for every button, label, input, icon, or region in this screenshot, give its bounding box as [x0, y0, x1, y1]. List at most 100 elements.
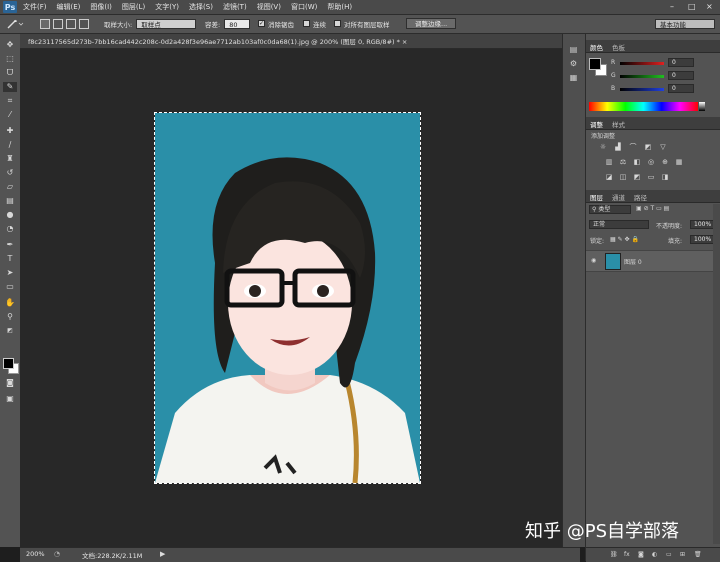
- pen-tool-icon[interactable]: ✒: [3, 240, 17, 250]
- add-mask-icon[interactable]: ◙: [638, 551, 644, 558]
- properties-panel-icon[interactable]: ⚙: [567, 58, 580, 69]
- layers-scrollbar[interactable]: [713, 204, 720, 544]
- antialias-checkbox[interactable]: ✓: [258, 20, 265, 27]
- color-balance-icon[interactable]: ⚖: [618, 158, 628, 167]
- tab-color[interactable]: 颜色: [590, 42, 603, 52]
- tab-styles[interactable]: 样式: [612, 119, 625, 129]
- minimize-button[interactable]: –: [670, 2, 674, 11]
- black-white-ramp[interactable]: [699, 102, 705, 111]
- layer-visibility-eye-icon[interactable]: ◉: [591, 257, 596, 264]
- history-brush-tool-icon[interactable]: ↺: [3, 168, 17, 178]
- menu-file[interactable]: 文件(F): [23, 2, 47, 12]
- gradient-map-icon[interactable]: ▭: [646, 173, 656, 182]
- sample-size-select[interactable]: 取样点: [136, 18, 197, 29]
- dodge-tool-icon[interactable]: ◔: [3, 224, 17, 234]
- add-selection-icon[interactable]: [53, 18, 63, 29]
- exposure-icon[interactable]: ◩: [643, 143, 653, 152]
- blur-tool-icon[interactable]: ●: [3, 210, 17, 220]
- layer-style-icon[interactable]: fx: [624, 551, 630, 558]
- new-selection-icon[interactable]: [40, 18, 50, 29]
- filter-icons[interactable]: ▣ ⊘ T ▭ ▤: [636, 205, 669, 212]
- posterize-icon[interactable]: ◫: [618, 173, 628, 182]
- menu-layer[interactable]: 图层(L): [122, 2, 145, 12]
- brush-tool-icon[interactable]: ∕: [3, 140, 17, 150]
- color-spectrum-bar[interactable]: [589, 102, 698, 111]
- brightness-icon[interactable]: ☼: [598, 143, 608, 152]
- lock-icons[interactable]: ▦ ✎ ✥ 🔒: [610, 236, 639, 243]
- gradient-tool-icon[interactable]: ▤: [3, 196, 17, 206]
- type-tool-icon[interactable]: T: [3, 254, 17, 264]
- link-layers-icon[interactable]: ⛓: [610, 551, 618, 558]
- tab-layers[interactable]: 图层: [590, 192, 603, 202]
- move-tool-icon[interactable]: ✥: [3, 40, 17, 50]
- panel-foreground-swatch[interactable]: [589, 58, 601, 70]
- blend-mode-select[interactable]: 正常: [589, 220, 649, 229]
- channel-g-value[interactable]: 0: [668, 71, 694, 80]
- tab-channels[interactable]: 通道: [612, 192, 625, 202]
- contiguous-checkbox[interactable]: [303, 20, 310, 27]
- eraser-tool-icon[interactable]: ▱: [3, 182, 17, 192]
- status-info-icon[interactable]: ◔: [54, 550, 60, 558]
- workspace-select[interactable]: 基本功能: [655, 18, 715, 29]
- tool-preset-picker[interactable]: [6, 18, 24, 29]
- menu-image[interactable]: 图像(I): [90, 2, 112, 12]
- document-tab[interactable]: f8c23117565d273b-7bb16cad442c208c-0d2a42…: [20, 34, 580, 49]
- menu-window[interactable]: 窗口(W): [291, 2, 317, 12]
- crop-tool-icon[interactable]: ⌗: [3, 96, 17, 106]
- channel-r-value[interactable]: 0: [668, 58, 694, 67]
- zoom-tool-icon[interactable]: ⚲: [3, 312, 17, 322]
- menu-filter[interactable]: 滤镜(T): [223, 2, 247, 12]
- actions-panel-icon[interactable]: ▦: [567, 72, 580, 83]
- screen-mode-icon[interactable]: ▣: [3, 394, 17, 404]
- menu-type[interactable]: 文字(Y): [155, 2, 179, 12]
- document-tab-title[interactable]: f8c23117565d273b-7bb16cad442c208c-0d2a42…: [28, 36, 407, 46]
- path-selection-tool-icon[interactable]: ➤: [3, 268, 17, 278]
- zoom-level[interactable]: 200%: [26, 550, 45, 558]
- restore-button[interactable]: □: [688, 2, 696, 11]
- menu-select[interactable]: 选择(S): [189, 2, 213, 12]
- magic-wand-tool-icon[interactable]: ✎: [3, 82, 17, 92]
- history-panel-icon[interactable]: ▤: [567, 44, 580, 55]
- healing-brush-tool-icon[interactable]: ✚: [3, 126, 17, 136]
- intersect-selection-icon[interactable]: [79, 18, 89, 29]
- channel-g-slider[interactable]: [620, 75, 664, 78]
- vibrance-icon[interactable]: ▽: [658, 143, 668, 152]
- quick-mask-icon[interactable]: ◙: [3, 378, 17, 388]
- subtract-selection-icon[interactable]: [66, 18, 76, 29]
- layer-filter-select[interactable]: ⚲ 类型: [589, 205, 631, 214]
- black-white-icon[interactable]: ◧: [632, 158, 642, 167]
- layer-name[interactable]: 图层 0: [624, 257, 642, 266]
- channel-b-slider[interactable]: [620, 88, 664, 91]
- clone-stamp-tool-icon[interactable]: ♜: [3, 154, 17, 164]
- close-window-button[interactable]: ×: [706, 2, 713, 11]
- eyedropper-tool-icon[interactable]: ⁄: [3, 110, 17, 120]
- channel-r-slider[interactable]: [620, 62, 664, 65]
- menu-help[interactable]: 帮助(H): [327, 2, 352, 12]
- marquee-tool-icon[interactable]: ⬚: [3, 54, 17, 64]
- threshold-icon[interactable]: ◩: [632, 173, 642, 182]
- shape-tool-icon[interactable]: ▭: [3, 282, 17, 292]
- invert-icon[interactable]: ◪: [604, 173, 614, 182]
- hand-tool-icon[interactable]: ✋: [3, 298, 17, 308]
- menu-view[interactable]: 视图(V): [257, 2, 281, 12]
- foreground-color-swatch[interactable]: [3, 358, 14, 369]
- tab-swatches[interactable]: 色板: [612, 42, 625, 52]
- new-adjustment-icon[interactable]: ◐: [652, 551, 657, 558]
- color-lookup-icon[interactable]: ▦: [674, 158, 684, 167]
- status-menu-arrow-icon[interactable]: ▶: [160, 550, 165, 558]
- layer-row[interactable]: ◉ 图层 0: [586, 250, 713, 272]
- document-image[interactable]: [154, 112, 421, 484]
- tolerance-input[interactable]: 80: [224, 18, 251, 29]
- all-layers-checkbox[interactable]: [334, 20, 341, 27]
- selective-color-icon[interactable]: ◨: [660, 173, 670, 182]
- photo-filter-icon[interactable]: ◎: [646, 158, 656, 167]
- tab-paths[interactable]: 路径: [634, 192, 647, 202]
- channel-b-value[interactable]: 0: [668, 84, 694, 93]
- new-group-icon[interactable]: ▭: [666, 551, 672, 558]
- new-layer-icon[interactable]: ⊞: [680, 551, 685, 558]
- refine-edge-button[interactable]: 调整边缘...: [406, 18, 457, 29]
- delete-layer-icon[interactable]: 🗑: [694, 551, 702, 558]
- lasso-tool-icon[interactable]: ᗜ: [3, 68, 17, 78]
- tab-adjustments[interactable]: 调整: [590, 119, 603, 129]
- menu-edit[interactable]: 编辑(E): [57, 2, 81, 12]
